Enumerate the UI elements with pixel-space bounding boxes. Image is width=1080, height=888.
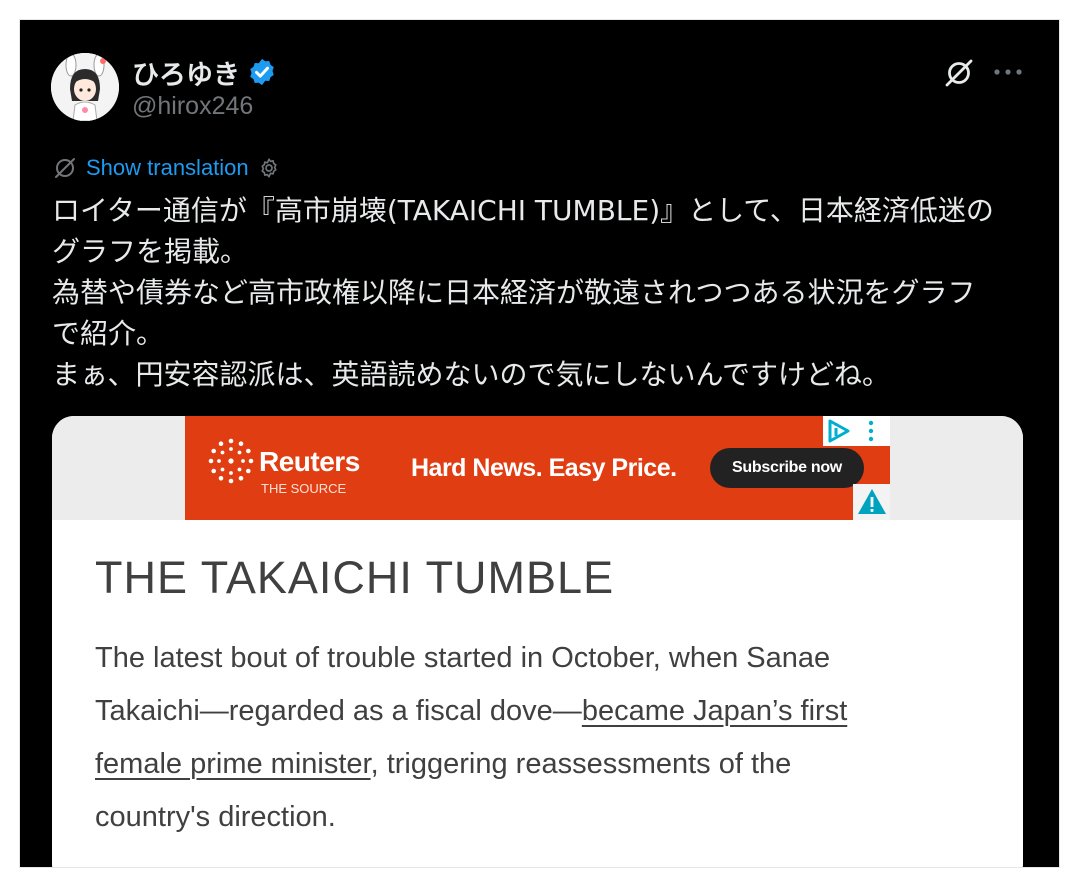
ad-choices-icon[interactable] bbox=[825, 418, 853, 444]
article-line: Takaichi—regarded as a fiscal dove—becam… bbox=[95, 685, 975, 738]
article-link[interactable]: female prime minister bbox=[95, 748, 371, 780]
article-title: THE TAKAICHI TUMBLE bbox=[95, 552, 615, 603]
author-name-row: ひろゆき bbox=[132, 54, 277, 90]
article-text: country's direction. bbox=[95, 801, 336, 833]
more-options-icon[interactable] bbox=[990, 60, 1026, 84]
tweet-text-line: 為替や債券など高市政権以降に日本経済が敬遠されつつある状況をグラフ bbox=[52, 276, 976, 309]
article-text: , triggering reassessments of the bbox=[370, 748, 792, 780]
show-translation-link[interactable]: Show translation bbox=[86, 155, 249, 181]
reuters-logo-icon bbox=[208, 438, 254, 484]
ad-headline: Hard News. Easy Price. bbox=[411, 454, 677, 482]
tweet-text-line: ロイター通信が『高市崩壊(TAKAICHI TUMBLE)』として、日本経済低迷… bbox=[52, 194, 994, 227]
article-paragraph: The latest bout of trouble started in Oc… bbox=[95, 632, 975, 844]
ad-sub-brand: THE SOURCE bbox=[261, 481, 347, 496]
ad-choices-badge[interactable] bbox=[823, 416, 890, 446]
author-handle[interactable]: @hirox246 bbox=[132, 92, 253, 121]
media-card[interactable]: Reuters THE SOURCE Hard News. Easy Price… bbox=[52, 416, 1023, 867]
avatar[interactable] bbox=[51, 53, 119, 121]
subscribe-now-button[interactable]: Subscribe now bbox=[710, 448, 864, 488]
tweet-container: ひろゆき @hirox246 Show translation ロイター通信が『… bbox=[20, 20, 1059, 867]
article-text: Takaichi—regarded as a fiscal dove— bbox=[95, 695, 582, 727]
author-display-name[interactable]: ひろゆき bbox=[132, 53, 240, 92]
translate-icon bbox=[55, 158, 75, 178]
tweet-text-line: まぁ、円安容認派は、英語読めないので気にしないんですけどね。 bbox=[52, 358, 891, 391]
tweet-text-line: グラフを掲載。 bbox=[52, 235, 249, 268]
warning-icon[interactable] bbox=[857, 487, 887, 517]
ad-warning-badge[interactable] bbox=[853, 484, 890, 520]
grok-icon[interactable] bbox=[943, 57, 975, 89]
article-line: female prime minister, triggering reasse… bbox=[95, 738, 975, 791]
ad-menu-dots-icon[interactable] bbox=[867, 419, 875, 443]
reuters-ad-banner[interactable]: Reuters THE SOURCE Hard News. Easy Price… bbox=[185, 416, 890, 520]
ad-brand-name: Reuters bbox=[259, 446, 360, 477]
gear-icon[interactable] bbox=[258, 157, 280, 179]
tweet-text: ロイター通信が『高市崩壊(TAKAICHI TUMBLE)』として、日本経済低迷… bbox=[52, 190, 1042, 395]
article-link[interactable]: became Japan’s first bbox=[582, 695, 847, 727]
avatar-illustration bbox=[51, 53, 119, 121]
article-text: The latest bout of trouble started in Oc… bbox=[95, 642, 831, 674]
tweet-text-line: で紹介。 bbox=[52, 317, 165, 350]
verified-badge-icon bbox=[250, 58, 274, 86]
article-line: The latest bout of trouble started in Oc… bbox=[95, 632, 975, 685]
translation-row: Show translation bbox=[53, 153, 280, 183]
article-line: country's direction. bbox=[95, 791, 975, 844]
